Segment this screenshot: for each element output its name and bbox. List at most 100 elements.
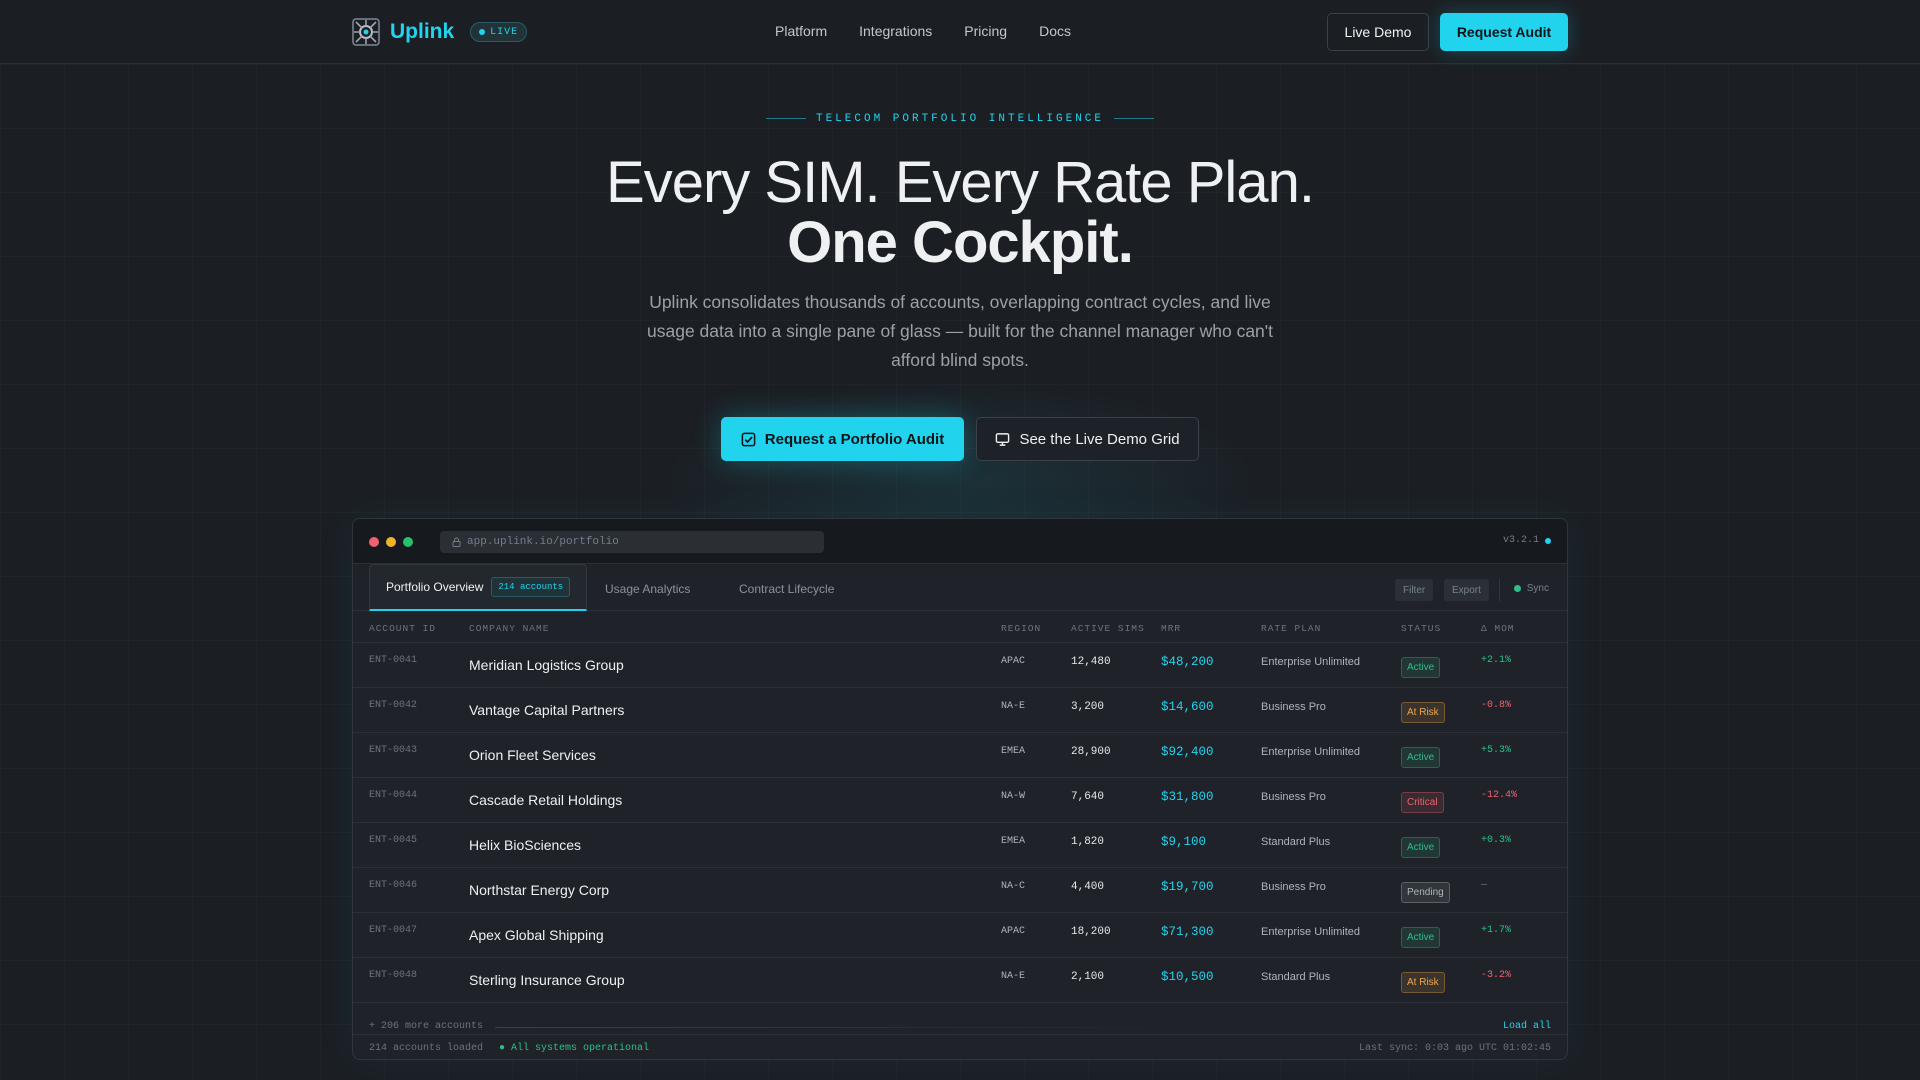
filter-button[interactable]: Filter [1395, 579, 1434, 601]
url-text: app.uplink.io/portfolio [467, 536, 619, 548]
accounts-loaded-status: 214 accounts loaded [369, 1043, 484, 1054]
company-name: Meridian Logistics Group [469, 657, 624, 673]
mom-change: +1.7% [1481, 925, 1512, 936]
table-row[interactable]: ENT-0046 Northstar Energy Corp NA-C 4,40… [353, 868, 1567, 913]
column-header-account-id[interactable]: ACCOUNT ID [369, 623, 436, 634]
mrr: $10,500 [1161, 970, 1214, 984]
account-id: ENT-0042 [369, 700, 418, 711]
account-id: ENT-0046 [369, 880, 418, 891]
region: NA-E [1001, 701, 1026, 712]
request-portfolio-audit-button[interactable]: Request a Portfolio Audit [721, 417, 964, 461]
live-badge-label: LIVE [490, 26, 519, 38]
status-badge: Active [1401, 747, 1441, 768]
url-bar[interactable]: app.uplink.io/portfolio [440, 531, 824, 553]
hero-headline-line2: One Cockpit. [787, 210, 1134, 275]
account-id: ENT-0045 [369, 835, 418, 846]
table-row[interactable]: ENT-0047 Apex Global Shipping APAC 18,20… [353, 913, 1567, 958]
column-header-mom[interactable]: Δ MOM [1481, 623, 1515, 634]
status-badge: Critical [1401, 792, 1444, 813]
account-id: ENT-0044 [369, 790, 418, 801]
minimize-dot-icon[interactable] [386, 537, 396, 547]
load-all-link[interactable]: Load all [1503, 1021, 1551, 1032]
eyebrow-line-right [1114, 117, 1155, 119]
company-name: Sterling Insurance Group [469, 972, 625, 988]
accounts-count-badge: 214 accounts [491, 577, 571, 597]
sync-status-dot-icon [1513, 585, 1521, 592]
status-badge: Active [1401, 927, 1441, 948]
eyebrow-line-left [765, 117, 806, 119]
uplink-logo-icon [352, 18, 380, 46]
app-window: app.uplink.io/portfolio v3.2.1 Portfolio… [352, 518, 1568, 1060]
maximize-dot-icon[interactable] [403, 537, 413, 547]
app-tabs: Portfolio Overview 214 accounts Usage An… [353, 564, 1567, 611]
hero-eyebrow: TELECOM PORTFOLIO INTELLIGENCE [0, 113, 1920, 125]
live-demo-grid-label: See the Live Demo Grid [1019, 430, 1180, 448]
last-sync-status: Last sync: 0:03 ago UTC 01:02:45 [1358, 1043, 1551, 1054]
close-dot-icon[interactable] [369, 537, 379, 547]
tab-portfolio-overview-label: Portfolio Overview [386, 580, 484, 594]
tab-usage-analytics[interactable]: Usage Analytics [605, 582, 690, 596]
rate-plan: Enterprise Unlimited [1261, 656, 1361, 668]
tab-contract-lifecycle[interactable]: Contract Lifecycle [739, 582, 834, 596]
column-header-mrr[interactable]: MRR [1161, 623, 1181, 634]
company-name: Cascade Retail Holdings [469, 792, 623, 808]
table-row[interactable]: ENT-0042 Vantage Capital Partners NA-E 3… [353, 688, 1567, 733]
live-badge: LIVE [470, 22, 528, 42]
more-accounts-text: + 206 more accounts [369, 1021, 484, 1032]
mrr: $92,400 [1161, 745, 1214, 759]
company-name: Vantage Capital Partners [469, 702, 625, 718]
sync-button[interactable]: Sync [1513, 583, 1549, 594]
systems-status: ● All systems operational [499, 1043, 650, 1054]
region: NA-W [1001, 791, 1026, 802]
more-accounts-bar: + 206 more accounts Load all [353, 1013, 1567, 1035]
request-portfolio-audit-label: Request a Portfolio Audit [764, 430, 945, 448]
column-header-rate-plan[interactable]: RATE PLAN [1261, 623, 1321, 634]
tab-portfolio-overview[interactable]: Portfolio Overview 214 accounts [369, 564, 588, 611]
column-header-region[interactable]: REGION [1001, 623, 1041, 634]
nav-link-platform[interactable]: Platform [775, 23, 827, 39]
account-id: ENT-0047 [369, 925, 418, 936]
status-badge: At Risk [1401, 972, 1445, 993]
nav-links: Platform Integrations Pricing Docs [775, 23, 1071, 39]
table-row[interactable]: ENT-0045 Helix BioSciences EMEA 1,820 $9… [353, 823, 1567, 868]
table-row[interactable]: ENT-0043 Orion Fleet Services EMEA 28,90… [353, 733, 1567, 778]
version-label: v3.2.1 [1502, 535, 1539, 546]
nav-link-pricing[interactable]: Pricing [964, 23, 1007, 39]
nav-link-integrations[interactable]: Integrations [859, 23, 932, 39]
rate-plan: Enterprise Unlimited [1261, 926, 1361, 938]
status-badge: Active [1401, 837, 1441, 858]
table-row[interactable]: ENT-0041 Meridian Logistics Group APAC 1… [353, 643, 1567, 688]
nav-link-docs[interactable]: Docs [1039, 23, 1071, 39]
company-name: Orion Fleet Services [469, 747, 596, 763]
checklist-icon [741, 432, 756, 446]
table-row[interactable]: ENT-0048 Sterling Insurance Group NA-E 2… [353, 958, 1567, 1003]
more-accounts-divider [495, 1027, 1195, 1028]
window-controls [369, 537, 413, 547]
region: EMEA [1001, 836, 1026, 847]
account-id: ENT-0043 [369, 745, 418, 756]
mrr: $48,200 [1161, 655, 1214, 669]
account-id: ENT-0041 [369, 655, 418, 666]
live-dot-icon [479, 29, 486, 35]
region: APAC [1001, 926, 1026, 937]
rate-plan: Standard Plus [1261, 971, 1331, 983]
active-sims: 3,200 [1071, 701, 1105, 713]
brand[interactable]: Uplink LIVE [352, 18, 528, 46]
mom-change: -12.4% [1481, 790, 1518, 801]
column-header-company-name[interactable]: COMPANY NAME [469, 623, 549, 634]
request-audit-button[interactable]: Request Audit [1440, 13, 1568, 51]
rate-plan: Business Pro [1261, 701, 1326, 713]
export-button[interactable]: Export [1444, 579, 1489, 601]
live-demo-button[interactable]: Live Demo [1327, 13, 1429, 51]
column-header-status[interactable]: STATUS [1401, 623, 1441, 634]
column-header-active-sims[interactable]: ACTIVE SIMS [1071, 623, 1145, 634]
rate-plan: Standard Plus [1261, 836, 1331, 848]
mom-change: +2.1% [1481, 655, 1512, 666]
mrr: $19,700 [1161, 880, 1214, 894]
active-sims: 7,640 [1071, 791, 1105, 803]
monitor-icon [996, 432, 1010, 446]
table-row[interactable]: ENT-0044 Cascade Retail Holdings NA-W 7,… [353, 778, 1567, 823]
status-badge: Pending [1401, 882, 1450, 903]
live-demo-grid-button[interactable]: See the Live Demo Grid [976, 417, 1199, 461]
account-id: ENT-0048 [369, 970, 418, 981]
